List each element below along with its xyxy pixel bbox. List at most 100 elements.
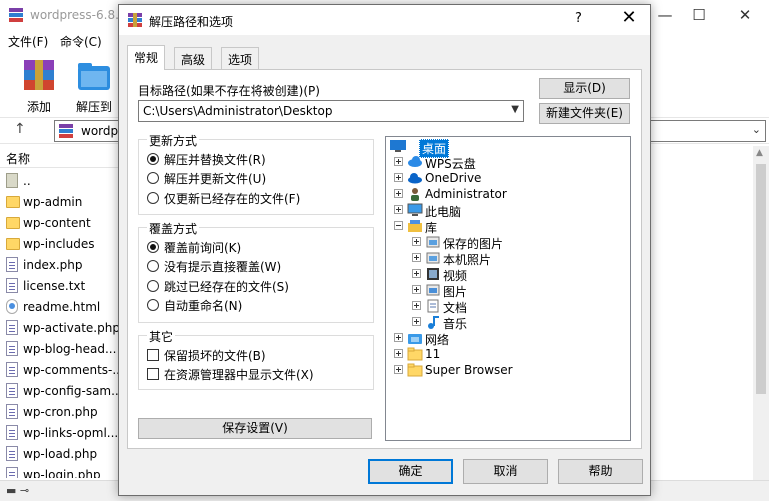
- tab-advanced[interactable]: 高级: [174, 47, 213, 69]
- tab-general[interactable]: 常规: [127, 45, 166, 70]
- expand-icon[interactable]: [394, 157, 403, 166]
- file-icon: [6, 425, 18, 440]
- onedrive-cloud-icon: [408, 173, 422, 184]
- expand-icon[interactable]: [394, 189, 403, 198]
- add-button[interactable]: 添加: [13, 54, 65, 114]
- radio-icon[interactable]: [147, 299, 159, 311]
- file-icon: [6, 320, 18, 335]
- radio-icon-checked[interactable]: [147, 153, 159, 165]
- scroll-thumb[interactable]: [756, 164, 766, 394]
- expand-icon[interactable]: [412, 285, 421, 294]
- tab-options[interactable]: 选项: [221, 47, 260, 69]
- save-settings-button[interactable]: 保存设置(V): [138, 418, 372, 439]
- maximize-icon[interactable]: ☐: [684, 4, 714, 26]
- list-item[interactable]: wp-includes: [0, 233, 118, 254]
- column-header: 名称: [0, 146, 120, 168]
- file-icon: [6, 446, 18, 461]
- list-item[interactable]: wp-content: [0, 212, 118, 233]
- help-button[interactable]: 帮助: [558, 459, 643, 484]
- checkbox-icon[interactable]: [147, 349, 159, 361]
- update-mode-title: 更新方式: [147, 132, 200, 149]
- list-item[interactable]: wp-comments-...: [0, 359, 118, 380]
- file-icon: [6, 404, 18, 419]
- file-list: .. wp-admin wp-content wp-includes index…: [0, 168, 118, 478]
- collapse-icon[interactable]: [394, 221, 403, 230]
- archive-icon: [59, 124, 73, 138]
- folder-icon: [407, 347, 423, 361]
- help-icon[interactable]: ?: [575, 11, 582, 26]
- up-arrow-icon[interactable]: ↑: [14, 121, 26, 137]
- dialog-titlebar: 解压路径和选项 ? ✕: [119, 5, 650, 35]
- user-icon: [411, 188, 419, 201]
- menu-command[interactable]: 命令(C): [60, 33, 102, 50]
- file-icon: [6, 383, 18, 398]
- menu-file[interactable]: 文件(F): [8, 33, 48, 50]
- list-item[interactable]: ..: [0, 170, 118, 191]
- radio-icon[interactable]: [147, 280, 159, 292]
- list-item[interactable]: wp-activate.php: [0, 317, 118, 338]
- radio-icon[interactable]: [147, 260, 159, 272]
- list-item[interactable]: wp-blog-head...: [0, 338, 118, 359]
- list-item[interactable]: wp-admin: [0, 191, 118, 212]
- folder-tree[interactable]: 桌面 WPS云盘 OneDrive Administrator 此电脑 库 保存…: [385, 136, 631, 441]
- misc-group: 其它 保留损坏的文件(B) 在资源管理器中显示文件(X): [138, 328, 374, 390]
- main-window-title: wordpress-6.8.: [30, 8, 119, 22]
- expand-icon[interactable]: [394, 365, 403, 374]
- ok-button[interactable]: 确定: [368, 459, 453, 484]
- library-icon: [408, 220, 422, 232]
- list-item[interactable]: wp-config-sam...: [0, 380, 118, 401]
- expand-icon[interactable]: [394, 173, 403, 182]
- expand-icon[interactable]: [394, 333, 403, 342]
- new-folder-button[interactable]: 新建文件夹(E): [539, 103, 630, 124]
- expand-icon[interactable]: [412, 317, 421, 326]
- dialog-title: 解压路径和选项: [149, 15, 234, 29]
- scroll-up-icon[interactable]: ▲: [756, 148, 763, 158]
- expand-icon[interactable]: [394, 349, 403, 358]
- file-icon: [6, 362, 18, 377]
- radio-icon-checked[interactable]: [147, 241, 159, 253]
- pictures-folder-icon: [426, 236, 440, 248]
- radio-icon[interactable]: [147, 172, 159, 184]
- list-item[interactable]: index.php: [0, 254, 118, 275]
- file-icon: [6, 278, 18, 293]
- address-text: wordp: [81, 124, 119, 138]
- checkbox-icon[interactable]: [147, 368, 159, 380]
- list-item[interactable]: wp-load.php: [0, 443, 118, 464]
- add-button-label: 添加: [26, 100, 51, 114]
- general-tab-panel: 目标路径(如果不存在将被创建)(P) C:\Users\Administrato…: [127, 69, 642, 449]
- column-name[interactable]: 名称: [6, 150, 30, 167]
- list-item[interactable]: wp-login.php: [0, 464, 118, 478]
- expand-icon[interactable]: [412, 253, 421, 262]
- list-item[interactable]: readme.html: [0, 296, 118, 317]
- vertical-scrollbar[interactable]: ▲: [753, 146, 769, 480]
- file-icon: [6, 341, 18, 356]
- expand-icon[interactable]: [412, 237, 421, 246]
- list-item[interactable]: license.txt: [0, 275, 118, 296]
- cancel-button[interactable]: 取消: [463, 459, 548, 484]
- list-item[interactable]: wp-links-opml...: [0, 422, 118, 443]
- close-icon[interactable]: ✕: [730, 4, 760, 26]
- folder-icon: [407, 363, 423, 377]
- parent-folder-icon: [6, 173, 18, 188]
- close-icon[interactable]: ✕: [619, 7, 639, 28]
- destination-path-combo[interactable]: C:\Users\Administrator\Desktop ▼: [138, 100, 524, 122]
- overwrite-mode-group: 覆盖方式 覆盖前询问(K) 没有提示直接覆盖(W) 跳过已经存在的文件(S) 自…: [138, 220, 374, 323]
- list-item[interactable]: wp-cron.php: [0, 401, 118, 422]
- update-mode-group: 更新方式 解压并替换文件(R) 解压并更新文件(U) 仅更新已经存在的文件(F): [138, 132, 374, 215]
- show-button[interactable]: 显示(D): [539, 78, 630, 99]
- expand-icon[interactable]: [412, 269, 421, 278]
- folder-icon: [6, 238, 20, 250]
- expand-icon[interactable]: [412, 301, 421, 310]
- document-icon: [427, 299, 439, 313]
- folder-icon: [6, 217, 20, 229]
- chevron-down-icon[interactable]: ⌄: [752, 123, 761, 136]
- image-icon: [426, 284, 440, 296]
- extract-to-button[interactable]: 解压到: [68, 54, 120, 114]
- expand-icon[interactable]: [394, 205, 403, 214]
- chevron-down-icon[interactable]: ▼: [511, 104, 519, 115]
- status-icons: ▬ ⊸: [6, 484, 30, 497]
- radio-icon[interactable]: [147, 192, 159, 204]
- file-icon: [6, 467, 18, 478]
- folder-icon: [6, 196, 20, 208]
- minimize-icon[interactable]: —: [650, 4, 680, 26]
